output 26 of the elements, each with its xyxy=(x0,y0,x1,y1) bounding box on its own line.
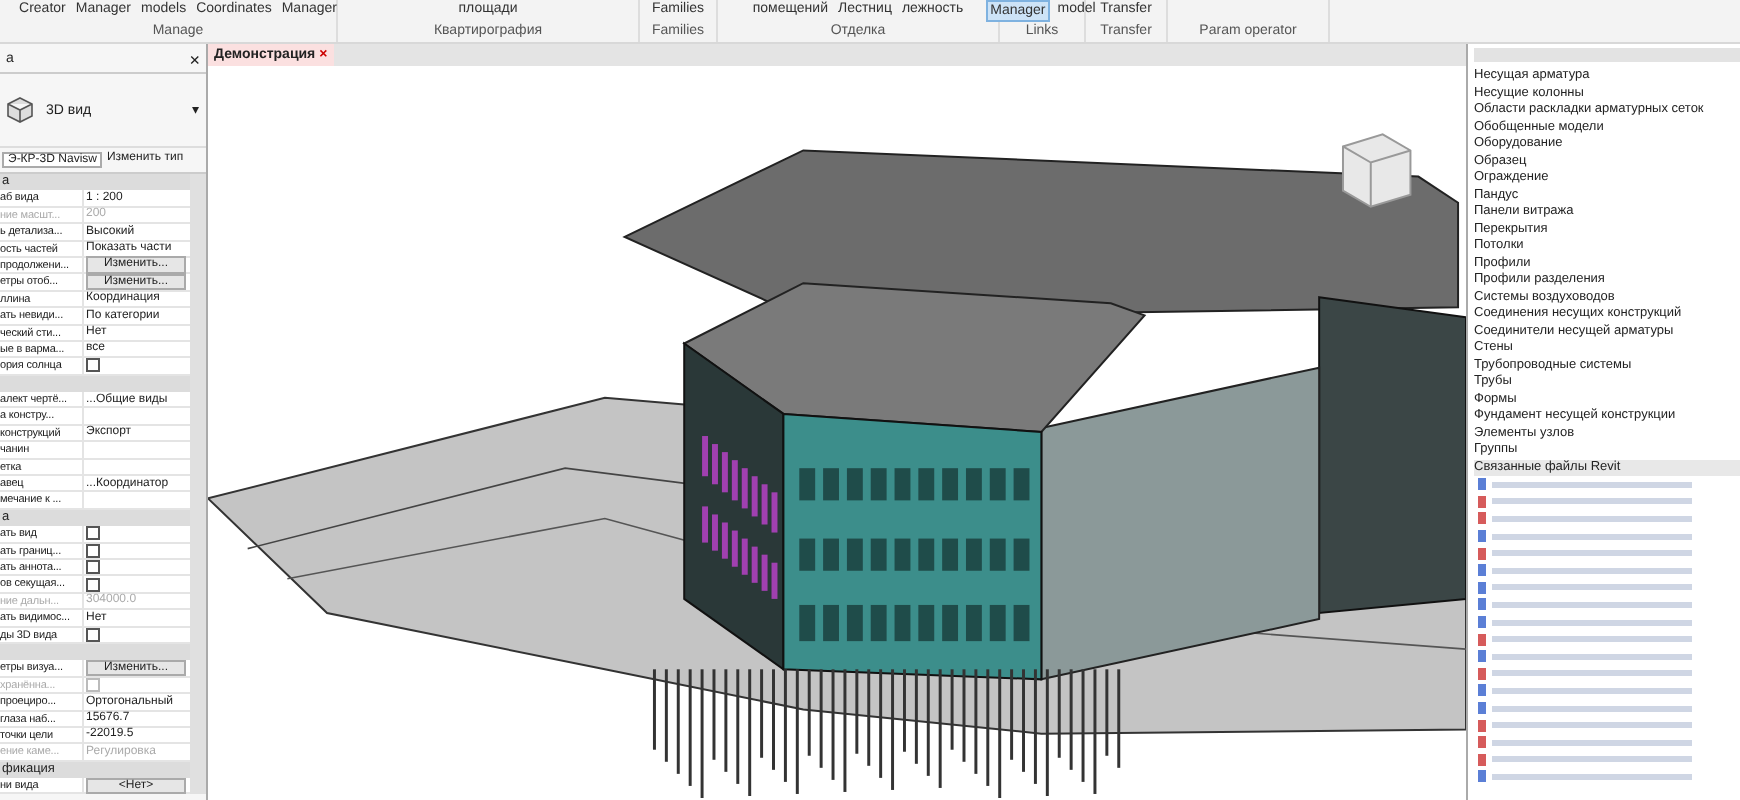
blurred-filename[interactable] xyxy=(1492,584,1692,591)
blurred-filename[interactable] xyxy=(1492,670,1692,677)
blurred-filename[interactable] xyxy=(1492,550,1692,557)
project-dropdown[interactable] xyxy=(1474,48,1740,62)
blurred-filename[interactable] xyxy=(1492,481,1692,488)
blurred-filename[interactable] xyxy=(1492,515,1692,522)
blurred-filename[interactable] xyxy=(1492,498,1692,505)
checkbox[interactable] xyxy=(86,577,100,592)
blurred-filename[interactable] xyxy=(1492,636,1692,643)
blurred-filename[interactable] xyxy=(1492,773,1692,780)
checkbox[interactable] xyxy=(86,358,100,373)
blurred-filename[interactable] xyxy=(1492,653,1692,660)
blurred-filename[interactable] xyxy=(1492,601,1692,608)
blurred-filename[interactable] xyxy=(1492,756,1692,763)
close-button[interactable]: × xyxy=(189,52,200,68)
cube-icon xyxy=(6,96,34,124)
blurred-filename[interactable] xyxy=(1492,619,1692,626)
checkbox[interactable] xyxy=(86,560,100,575)
view-cube-icon[interactable] xyxy=(1342,133,1412,208)
blurred-filename[interactable] xyxy=(1492,722,1692,729)
blurred-filename[interactable] xyxy=(1492,533,1692,540)
blurred-filename[interactable] xyxy=(1492,567,1692,574)
blurred-filename[interactable] xyxy=(1492,687,1692,694)
checkbox[interactable] xyxy=(86,526,100,541)
blurred-filename[interactable] xyxy=(1492,705,1692,712)
blurred-filename[interactable] xyxy=(1492,739,1692,746)
